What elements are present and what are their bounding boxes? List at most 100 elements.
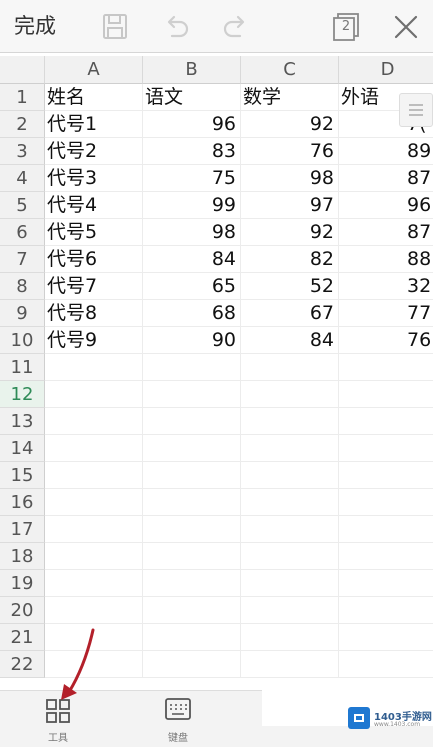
table-cell[interactable]: 76 [241, 138, 339, 165]
table-cell[interactable] [143, 516, 241, 543]
table-cell[interactable] [45, 597, 143, 624]
sheets-icon[interactable]: 2 [329, 10, 363, 44]
table-cell[interactable]: 92 [241, 111, 339, 138]
table-cell[interactable]: 65 [143, 273, 241, 300]
table-cell[interactable] [241, 651, 339, 678]
table-cell[interactable] [241, 543, 339, 570]
table-cell[interactable] [45, 543, 143, 570]
table-cell[interactable] [241, 597, 339, 624]
table-cell[interactable]: 83 [143, 138, 241, 165]
table-cell[interactable] [143, 354, 241, 381]
column-header-c[interactable]: C [241, 56, 339, 84]
table-cell[interactable]: 代号8 [45, 300, 143, 327]
table-cell[interactable]: 84 [143, 246, 241, 273]
table-cell[interactable] [241, 354, 339, 381]
table-cell[interactable] [241, 462, 339, 489]
table-cell[interactable] [241, 435, 339, 462]
row-header-2[interactable]: 2 [0, 111, 45, 138]
table-cell[interactable] [143, 462, 241, 489]
row-header-3[interactable]: 3 [0, 138, 45, 165]
table-cell[interactable] [339, 354, 433, 381]
table-cell[interactable]: 代号6 [45, 246, 143, 273]
row-header-22[interactable]: 22 [0, 651, 45, 678]
row-header-9[interactable]: 9 [0, 300, 45, 327]
undo-icon[interactable] [160, 10, 194, 44]
column-header-d[interactable]: D [339, 56, 433, 84]
table-cell[interactable] [339, 597, 433, 624]
table-cell[interactable] [339, 408, 433, 435]
table-cell[interactable]: 90 [143, 327, 241, 354]
table-cell[interactable] [143, 381, 241, 408]
table-cell[interactable]: 92 [241, 219, 339, 246]
table-cell[interactable]: 代号3 [45, 165, 143, 192]
table-cell[interactable] [339, 570, 433, 597]
table-cell[interactable] [339, 381, 433, 408]
table-cell[interactable] [45, 462, 143, 489]
table-cell[interactable]: 89 [339, 138, 433, 165]
table-cell[interactable]: 99 [143, 192, 241, 219]
table-cell[interactable]: 87 [339, 165, 433, 192]
table-cell[interactable]: 68 [143, 300, 241, 327]
table-cell[interactable]: 84 [241, 327, 339, 354]
table-cell[interactable] [45, 408, 143, 435]
table-cell[interactable]: 代号7 [45, 273, 143, 300]
select-all-corner[interactable] [0, 56, 45, 84]
table-cell[interactable]: 88 [339, 246, 433, 273]
table-cell[interactable]: 96 [339, 192, 433, 219]
table-cell[interactable] [143, 597, 241, 624]
close-icon[interactable] [389, 10, 423, 44]
row-header-19[interactable]: 19 [0, 570, 45, 597]
table-cell[interactable] [45, 435, 143, 462]
row-header-8[interactable]: 8 [0, 273, 45, 300]
row-header-7[interactable]: 7 [0, 246, 45, 273]
table-cell[interactable]: 96 [143, 111, 241, 138]
table-cell[interactable]: 82 [241, 246, 339, 273]
table-cell[interactable] [241, 489, 339, 516]
table-cell[interactable] [143, 624, 241, 651]
table-cell[interactable]: 97 [241, 192, 339, 219]
table-cell[interactable] [339, 435, 433, 462]
table-cell[interactable] [143, 489, 241, 516]
column-header-b[interactable]: B [143, 56, 241, 84]
table-cell[interactable] [45, 489, 143, 516]
table-cell[interactable] [339, 516, 433, 543]
done-button[interactable]: 完成 [14, 10, 56, 42]
row-header-6[interactable]: 6 [0, 219, 45, 246]
table-cell[interactable] [339, 489, 433, 516]
table-cell[interactable] [339, 543, 433, 570]
keyboard-button[interactable]: 键盘 [148, 694, 208, 744]
table-cell[interactable] [45, 516, 143, 543]
table-cell[interactable] [241, 408, 339, 435]
save-icon[interactable] [98, 10, 132, 44]
row-header-20[interactable]: 20 [0, 597, 45, 624]
table-cell[interactable]: 代号1 [45, 111, 143, 138]
row-header-18[interactable]: 18 [0, 543, 45, 570]
table-cell[interactable] [143, 651, 241, 678]
row-header-12[interactable]: 12 [0, 381, 45, 408]
table-cell[interactable] [339, 651, 433, 678]
table-cell[interactable] [241, 570, 339, 597]
row-header-11[interactable]: 11 [0, 354, 45, 381]
row-header-21[interactable]: 21 [0, 624, 45, 651]
table-cell[interactable]: 98 [143, 219, 241, 246]
column-header-a[interactable]: A [45, 56, 143, 84]
row-header-17[interactable]: 17 [0, 516, 45, 543]
table-cell[interactable] [45, 354, 143, 381]
table-cell[interactable]: 代号2 [45, 138, 143, 165]
table-cell[interactable]: 代号9 [45, 327, 143, 354]
table-cell[interactable] [339, 624, 433, 651]
table-cell[interactable]: 77 [339, 300, 433, 327]
row-header-10[interactable]: 10 [0, 327, 45, 354]
table-cell[interactable] [143, 408, 241, 435]
table-cell[interactable]: 87 [339, 219, 433, 246]
table-cell[interactable]: 76 [339, 327, 433, 354]
row-header-5[interactable]: 5 [0, 192, 45, 219]
cell-header-b[interactable]: 语文 [143, 84, 241, 111]
table-cell[interactable] [241, 381, 339, 408]
row-header-4[interactable]: 4 [0, 165, 45, 192]
table-cell[interactable]: 98 [241, 165, 339, 192]
row-header-14[interactable]: 14 [0, 435, 45, 462]
row-header-15[interactable]: 15 [0, 462, 45, 489]
table-cell[interactable] [143, 570, 241, 597]
row-header-13[interactable]: 13 [0, 408, 45, 435]
